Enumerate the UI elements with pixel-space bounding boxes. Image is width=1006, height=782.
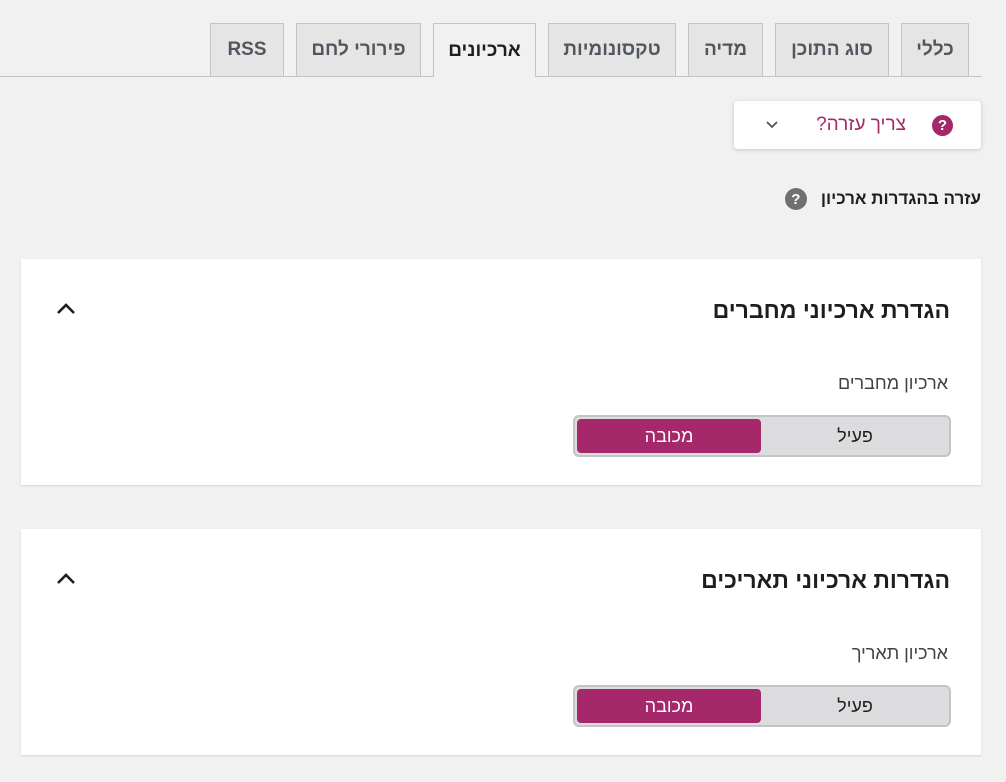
tab-breadcrumbs[interactable]: פירורי לחם bbox=[296, 23, 421, 76]
archive-help[interactable]: ? עזרה בהגדרות ארכיון bbox=[784, 187, 981, 211]
tab-media[interactable]: מדיה bbox=[688, 23, 763, 76]
date-archive-toggle: פעיל מכובה bbox=[573, 685, 951, 727]
archive-help-label: עזרה בהגדרות ארכיון bbox=[820, 189, 981, 208]
toggle-off-option[interactable]: מכובה bbox=[577, 689, 761, 723]
chevron-up-icon[interactable] bbox=[55, 301, 77, 317]
tab-rss[interactable]: RSS bbox=[210, 23, 284, 76]
author-archives-card: הגדרת ארכיוני מחברים ארכיון מחברים פעיל … bbox=[21, 259, 981, 485]
chevron-up-icon[interactable] bbox=[55, 571, 77, 587]
card-title: הגדרות ארכיוני תאריכים bbox=[701, 567, 950, 593]
author-archive-toggle: פעיל מכובה bbox=[573, 415, 951, 457]
tab-archives[interactable]: ארכיונים bbox=[433, 23, 536, 77]
help-icon[interactable]: ? bbox=[784, 188, 807, 210]
date-archives-card: הגדרות ארכיוני תאריכים ארכיון תאריך פעיל… bbox=[21, 529, 981, 755]
tab-content-types[interactable]: סוג התוכן bbox=[775, 23, 889, 76]
question-circle-icon: ? bbox=[932, 115, 953, 136]
card-title: הגדרת ארכיוני מחברים bbox=[712, 297, 950, 323]
author-archive-label: ארכיון מחברים bbox=[838, 373, 948, 393]
chevron-down-icon bbox=[766, 121, 778, 129]
help-toggle-button[interactable]: ? צריך עזרה? bbox=[734, 101, 981, 149]
help-toggle-label: צריך עזרה? bbox=[816, 114, 906, 135]
toggle-on-option[interactable]: פעיל bbox=[763, 419, 947, 453]
toggle-off-option[interactable]: מכובה bbox=[577, 419, 761, 453]
toggle-on-option[interactable]: פעיל bbox=[763, 689, 947, 723]
settings-tabs: כללי סוג התוכן מדיה טקסונומיות ארכיונים … bbox=[0, 23, 982, 77]
tab-taxonomies[interactable]: טקסונומיות bbox=[548, 23, 676, 76]
date-archive-label: ארכיון תאריך bbox=[851, 643, 948, 663]
tab-general[interactable]: כללי bbox=[901, 23, 969, 76]
